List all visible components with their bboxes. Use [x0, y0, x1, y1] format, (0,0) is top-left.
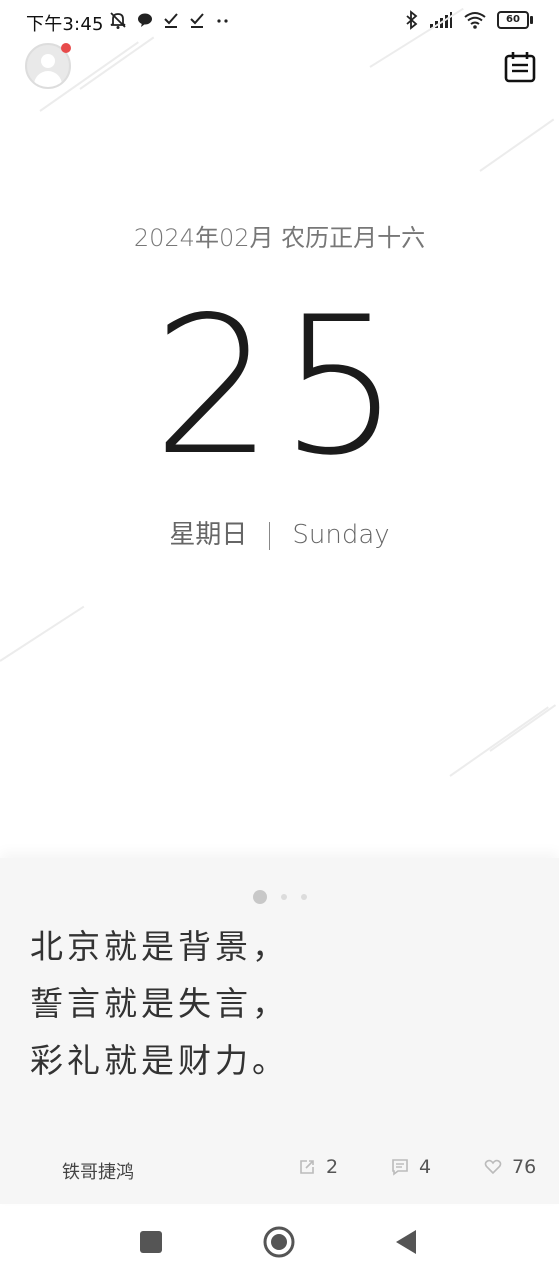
share-count: 2 [326, 1156, 339, 1178]
avatar-body [34, 71, 62, 87]
decorative-line [479, 118, 555, 172]
home-button[interactable] [262, 1225, 296, 1259]
calendar-icon[interactable] [503, 50, 537, 84]
quote-line: 北京就是背景， [30, 927, 289, 966]
weekday-en: Sunday [292, 520, 390, 550]
page-dot [280, 893, 287, 900]
author-name[interactable]: 铁哥捷鸿 [62, 1158, 134, 1184]
check-icon [164, 13, 178, 28]
chat-bubble-icon [138, 13, 152, 27]
battery-level: 60 [506, 14, 520, 25]
like-button[interactable]: 76 [484, 1156, 536, 1178]
quote-line: 誓言就是失言， [30, 984, 289, 1023]
battery-icon: 60 [497, 11, 533, 29]
system-icons: 60 [405, 10, 533, 30]
avatar-head [41, 54, 55, 68]
check-icon [190, 13, 204, 28]
decorative-line [79, 36, 155, 90]
bluetooth-icon [406, 10, 418, 30]
back-button[interactable] [389, 1225, 423, 1259]
share-icon [300, 1160, 314, 1174]
weekday-separator [269, 521, 271, 550]
quote-text: 北京就是背景， 誓言就是失言， 彩礼就是财力。 [30, 918, 530, 1089]
day-number: 25 [152, 276, 407, 497]
weekday-line: 星期日 Sunday [0, 514, 559, 551]
status-time: 下午3:45 [26, 14, 104, 35]
comment-count: 4 [419, 1156, 432, 1178]
decorative-line [449, 706, 549, 777]
decorative-line [0, 605, 85, 662]
comment-icon [392, 1159, 408, 1176]
wifi-icon [464, 12, 486, 29]
notification-icons [108, 10, 232, 30]
heart-icon [484, 1159, 502, 1175]
status-bar: 下午3:45 60 [0, 0, 559, 42]
share-button[interactable]: 2 [298, 1156, 338, 1178]
recent-apps-button[interactable] [134, 1225, 168, 1259]
quote-line: 彩礼就是财力。 [30, 1041, 289, 1080]
notification-badge [61, 43, 71, 53]
like-count: 76 [512, 1156, 537, 1178]
decorative-line [489, 704, 557, 752]
page-dot [300, 893, 307, 900]
weekday-cn: 星期日 [169, 520, 248, 550]
year-month-lunar: 2024年02月 农历正月十六 [133, 224, 426, 252]
more-dots-icon [217, 19, 228, 23]
comment-button[interactable]: 4 [391, 1156, 431, 1178]
page-indicator [0, 886, 559, 905]
bell-off-icon [110, 12, 126, 29]
page-dot-active [252, 889, 267, 904]
